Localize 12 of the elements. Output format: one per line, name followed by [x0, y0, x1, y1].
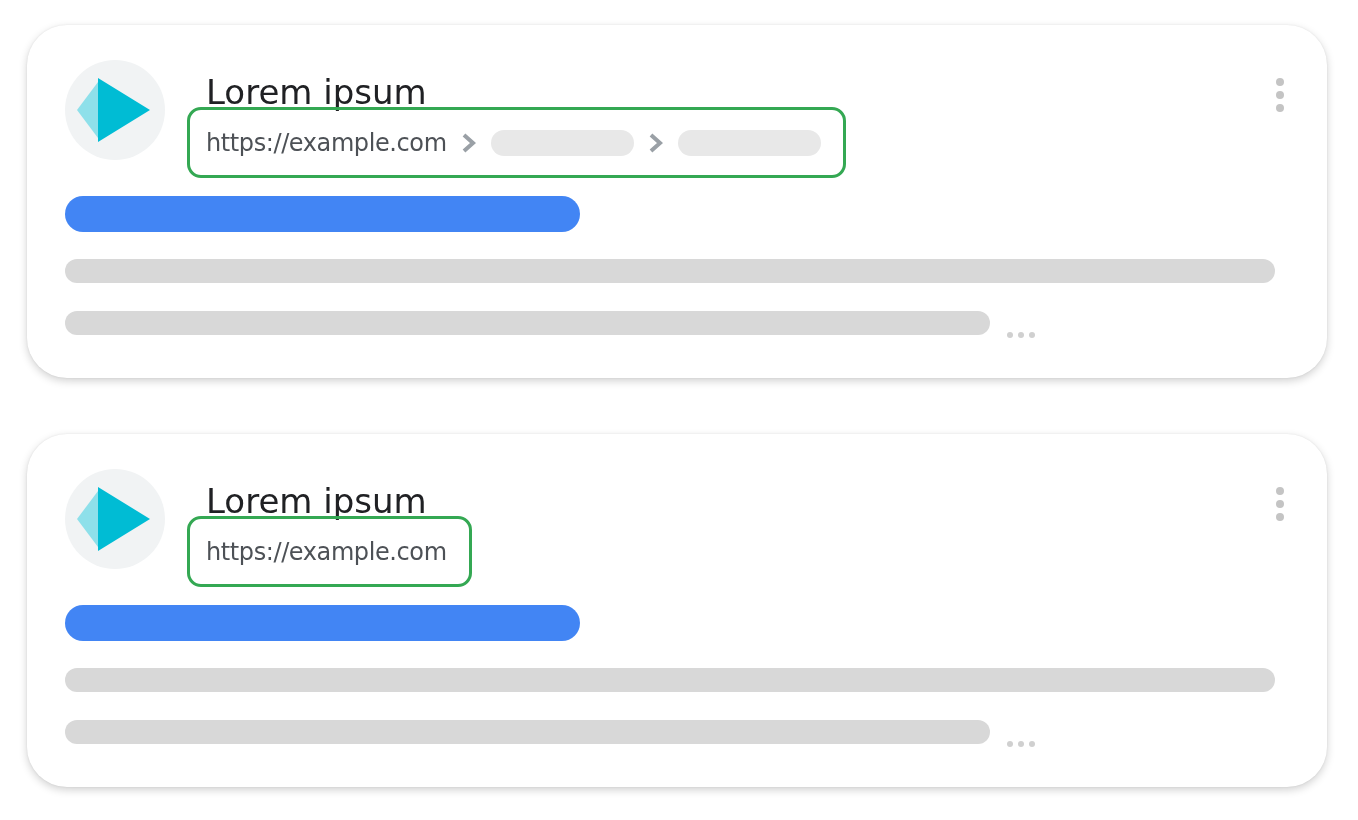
result-title[interactable]: Lorem ipsum: [206, 481, 427, 521]
more-icon[interactable]: [1275, 486, 1285, 522]
ellipsis-icon: [1006, 740, 1036, 748]
ellipsis-icon: [1006, 331, 1036, 339]
chevron-icon: [460, 131, 477, 154]
more-icon[interactable]: [1275, 77, 1285, 113]
result-url[interactable]: https://example.com: [206, 537, 447, 566]
play-logo-icon: [65, 469, 165, 569]
result-url[interactable]: https://example.com: [206, 128, 447, 157]
chevron-icon: [647, 131, 664, 154]
play-logo-icon: [65, 60, 165, 160]
result-title[interactable]: Lorem ipsum: [206, 72, 427, 112]
